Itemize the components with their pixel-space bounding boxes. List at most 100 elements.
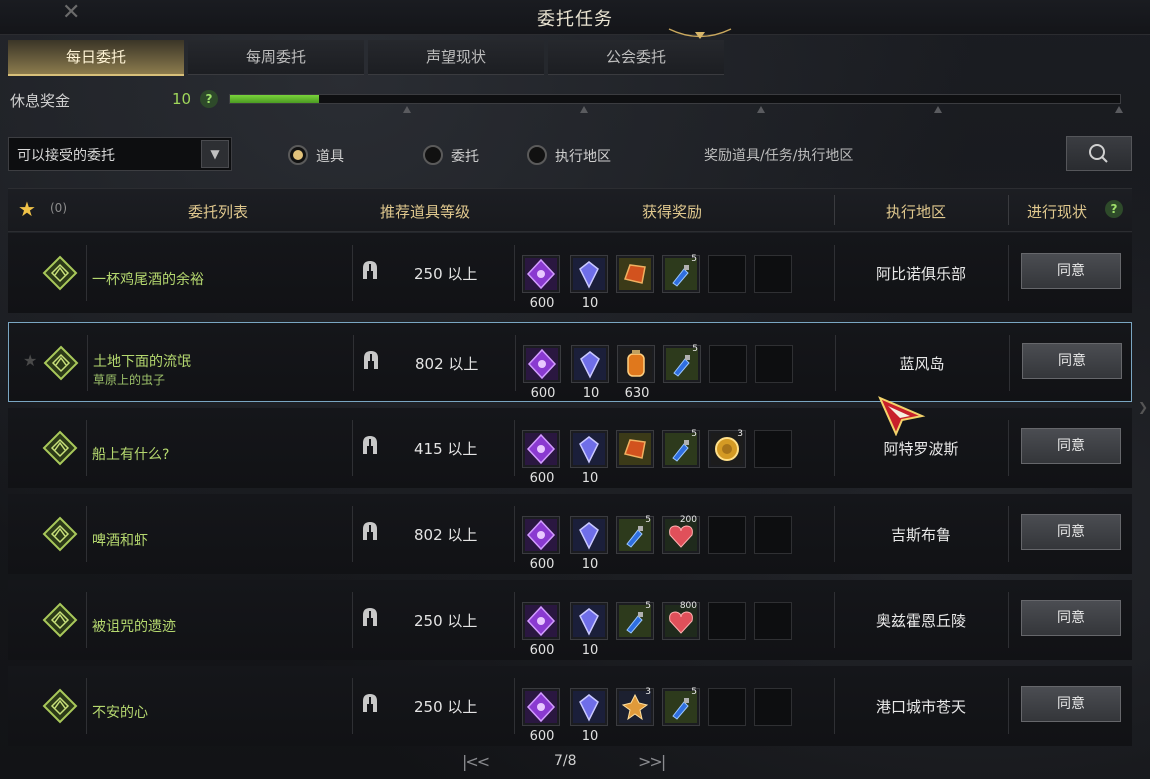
- accept-button[interactable]: 同意: [1021, 514, 1121, 550]
- divider: [352, 678, 353, 734]
- help-icon[interactable]: ?: [200, 90, 218, 108]
- accept-button[interactable]: 同意: [1021, 253, 1121, 289]
- table-row[interactable]: 被诅咒的遗迹 250 以上 600 10 5 800 奥兹霍恩丘陵 同意: [8, 580, 1132, 660]
- divider: [514, 420, 515, 476]
- recommended-level: 415 以上: [414, 440, 478, 458]
- reward-quantity: 10: [582, 386, 600, 401]
- reward-slot[interactable]: [708, 602, 746, 640]
- quest-name[interactable]: 一杯鸡尾酒的余裕: [92, 269, 204, 289]
- reward-slot[interactable]: [755, 345, 793, 383]
- last-page-button[interactable]: >>|: [638, 752, 666, 771]
- reward-quantity: 10: [581, 557, 599, 572]
- tab-daily[interactable]: 每日委托: [8, 40, 184, 76]
- help-icon[interactable]: ?: [1105, 200, 1123, 218]
- divider: [352, 506, 353, 562]
- divider: [352, 420, 353, 476]
- divider: [1008, 678, 1009, 734]
- quest-name[interactable]: 被诅咒的遗迹: [92, 616, 176, 636]
- reward-slot[interactable]: 10: [570, 430, 608, 486]
- quest-filter-dropdown[interactable]: 可以接受的委托 ▼: [8, 137, 232, 171]
- table-row[interactable]: 船上有什么? 415 以上 600 10 5 3 阿特罗波斯 同意: [8, 408, 1132, 488]
- reward-slot[interactable]: 5: [662, 429, 700, 468]
- quest-name[interactable]: 土地下面的流氓: [93, 351, 191, 371]
- reward-slot[interactable]: 5: [663, 344, 701, 383]
- blue-crystal-icon: [573, 433, 605, 465]
- reward-slot[interactable]: 5: [616, 515, 654, 554]
- radio-quest[interactable]: [423, 145, 443, 165]
- reward-slot[interactable]: [708, 516, 746, 554]
- purple-shard-icon: [525, 519, 557, 551]
- reward-slot[interactable]: [754, 602, 792, 640]
- favorite-count: (0): [50, 201, 67, 215]
- scroll-right-icon[interactable]: ❯: [1138, 400, 1148, 414]
- tab-reputation[interactable]: 声望现状: [368, 40, 544, 75]
- reward-slot[interactable]: 600: [522, 255, 560, 311]
- search-button[interactable]: [1066, 136, 1132, 171]
- reward-slot[interactable]: 800: [662, 601, 700, 640]
- reward-slot[interactable]: 10: [571, 345, 609, 401]
- reward-slot[interactable]: [754, 688, 792, 726]
- tab-guild[interactable]: 公会委托: [548, 40, 724, 75]
- cursor-icon: [878, 396, 926, 436]
- divider: [834, 420, 835, 476]
- reward-slot[interactable]: 5: [662, 687, 700, 726]
- radio-item-label: 道具: [316, 149, 344, 165]
- blue-crystal-icon: [573, 519, 605, 551]
- recommended-level: 250 以上: [414, 265, 478, 283]
- reward-slot[interactable]: [754, 255, 792, 293]
- reward-slot[interactable]: [754, 430, 792, 468]
- rest-bonus-bar: [229, 94, 1121, 104]
- divider: [834, 506, 835, 562]
- table-row[interactable]: 一杯鸡尾酒的余裕 250 以上 600 10 5 阿比诺俱乐部 同意: [8, 233, 1132, 313]
- reward-slot[interactable]: 600: [522, 688, 560, 744]
- reward-slot[interactable]: 10: [570, 602, 608, 658]
- reward-slot[interactable]: [616, 255, 654, 293]
- accept-button[interactable]: 同意: [1021, 600, 1121, 636]
- divider: [86, 420, 87, 476]
- quest-name[interactable]: 船上有什么?: [92, 444, 169, 464]
- helmet-icon: [364, 351, 378, 369]
- reward-slot[interactable]: 600: [522, 430, 560, 486]
- tab-bar: 每日委托 每周委托 声望现状 公会委托: [8, 40, 728, 76]
- tab-weekly[interactable]: 每周委托: [188, 40, 364, 75]
- reward-slot[interactable]: [708, 688, 746, 726]
- helmet-icon: [363, 261, 377, 279]
- radio-item[interactable]: [288, 145, 308, 165]
- reward-slot[interactable]: 10: [570, 516, 608, 572]
- radio-region[interactable]: [527, 145, 547, 165]
- reward-slot[interactable]: [708, 255, 746, 293]
- reward-quantity: 10: [581, 296, 599, 311]
- accept-button[interactable]: 同意: [1022, 343, 1122, 379]
- reward-slot[interactable]: 3: [616, 687, 654, 726]
- reward-slot[interactable]: 3: [708, 429, 746, 468]
- chevron-down-icon[interactable]: ▼: [201, 140, 229, 168]
- table-row[interactable]: 不安的心 250 以上 600 10 3 5 港口城市苍天 同意: [8, 666, 1132, 746]
- reward-slot[interactable]: [754, 516, 792, 554]
- reward-slot[interactable]: 200: [662, 515, 700, 554]
- accept-button[interactable]: 同意: [1021, 428, 1121, 464]
- quest-name[interactable]: 啤酒和虾: [92, 530, 148, 550]
- reward-slot[interactable]: 630: [617, 345, 655, 401]
- star-icon[interactable]: ★: [18, 197, 36, 221]
- reward-slot[interactable]: 5: [662, 254, 700, 293]
- reward-slot[interactable]: 10: [570, 688, 608, 744]
- reward-slot[interactable]: [709, 345, 747, 383]
- rest-tick-marker: [580, 106, 588, 113]
- first-page-button[interactable]: |<<: [462, 752, 490, 771]
- star-icon[interactable]: ★: [23, 351, 37, 370]
- reward-slot[interactable]: 5: [616, 601, 654, 640]
- reward-slot[interactable]: 10: [570, 255, 608, 311]
- reward-slot[interactable]: 600: [522, 516, 560, 572]
- col-status: 进行现状: [1027, 203, 1088, 221]
- reward-slot[interactable]: 600: [523, 345, 561, 401]
- reward-stack-count: 5: [645, 515, 651, 525]
- search-input[interactable]: 奖励道具/任务/执行地区: [704, 145, 853, 165]
- reward-slot[interactable]: 600: [522, 602, 560, 658]
- helmet-icon: [363, 694, 377, 712]
- table-row[interactable]: ★ 土地下面的流氓 草原上的虫子 802 以上 600 10 630 5 蓝风岛 同意: [8, 322, 1132, 402]
- quest-name[interactable]: 不安的心: [92, 702, 148, 722]
- accept-button[interactable]: 同意: [1021, 686, 1121, 722]
- rest-tick-marker: [1115, 106, 1123, 113]
- table-row[interactable]: 啤酒和虾 802 以上 600 10 5 200 吉斯布鲁 同意: [8, 494, 1132, 574]
- reward-slot[interactable]: [616, 430, 654, 468]
